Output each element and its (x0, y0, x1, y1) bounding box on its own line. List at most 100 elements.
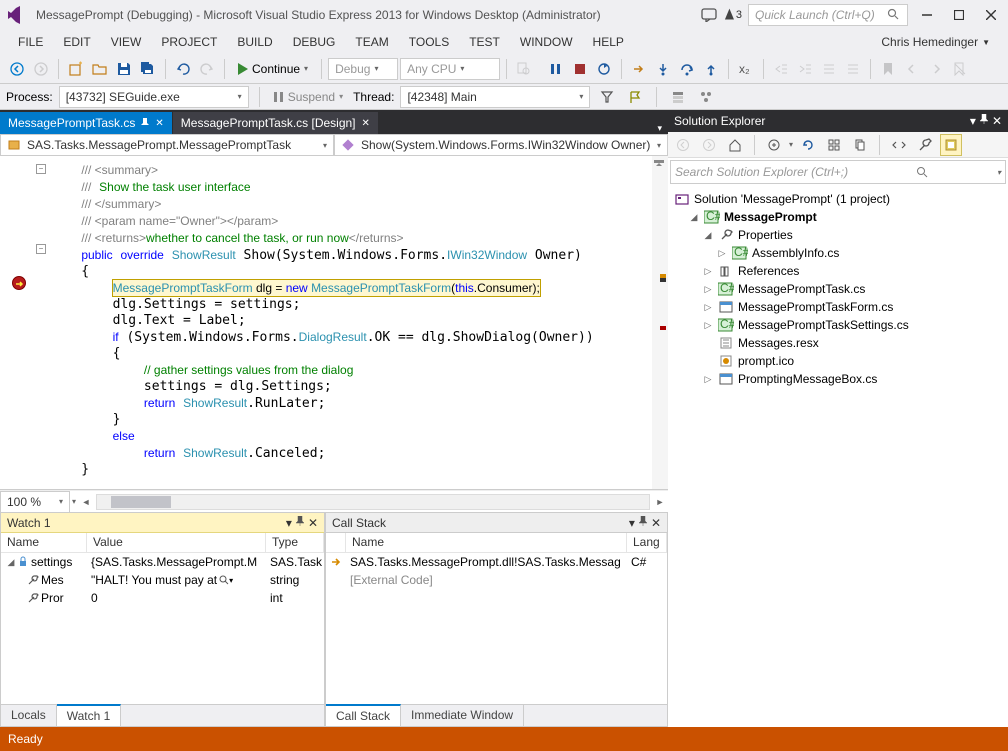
callstack-body[interactable]: SAS.Tasks.MessagePrompt.dll!SAS.Tasks.Me… (326, 553, 667, 704)
file-node[interactable]: Messages.resx (674, 334, 1002, 352)
restart-button[interactable] (593, 58, 615, 80)
bookmark-button[interactable] (877, 58, 899, 80)
flag-filter-button[interactable] (596, 86, 618, 108)
properties-node[interactable]: ◢Properties (674, 226, 1002, 244)
code-content[interactable]: /// <summary> /// Show the task user int… (50, 156, 652, 489)
collapse-arrow[interactable]: ◢ (702, 226, 714, 244)
code-editor[interactable]: − − /// <summary> /// Show the task user… (0, 156, 668, 490)
project-node[interactable]: ◢C#MessagePrompt (674, 208, 1002, 226)
next-bookmark-button[interactable] (925, 58, 947, 80)
flag-thread-button[interactable] (624, 86, 646, 108)
panel-tab-watch-1[interactable]: Watch 1 (57, 704, 122, 726)
close-tab-icon[interactable]: ✕ (362, 118, 370, 129)
refresh-button[interactable] (797, 134, 819, 156)
magnifier-icon[interactable] (219, 575, 229, 585)
undo-button[interactable] (172, 58, 194, 80)
menu-project[interactable]: PROJECT (151, 35, 227, 49)
solution-explorer-header[interactable]: Solution Explorer ▾ ✕ (668, 110, 1008, 132)
stop-button[interactable] (569, 58, 591, 80)
indent-more-button[interactable] (794, 58, 816, 80)
stack-frame-button[interactable] (667, 86, 689, 108)
solution-search-input[interactable]: Search Solution Explorer (Ctrl+;) ▾ (670, 160, 1006, 184)
panel-tab-immediate-window[interactable]: Immediate Window (401, 705, 524, 726)
preview-button[interactable] (940, 134, 962, 156)
quick-launch-input[interactable]: Quick Launch (Ctrl+Q) (748, 4, 908, 26)
view-code-button[interactable] (888, 134, 910, 156)
hscroll-left[interactable]: ◄ (78, 494, 94, 510)
back-button[interactable] (6, 58, 28, 80)
notifications-icon[interactable]: 3 (724, 6, 742, 24)
config-combo[interactable]: Debug▾ (328, 58, 398, 80)
menu-file[interactable]: FILE (8, 35, 53, 49)
watch-row[interactable]: ◢settings{SAS.Tasks.MessagePrompt.MSAS.T… (1, 553, 324, 571)
file-node[interactable]: ▷C#MessagePromptTaskSettings.cs (674, 316, 1002, 334)
close-tab-icon[interactable]: ✕ (155, 118, 163, 129)
continue-button[interactable]: Continue ▾ (231, 58, 315, 80)
close-icon[interactable]: ✕ (651, 516, 661, 530)
step-over-button[interactable] (676, 58, 698, 80)
pin-icon[interactable] (980, 114, 988, 128)
thread-combo[interactable]: [42348] Main▾ (400, 86, 590, 108)
collapse-arrow[interactable]: ◢ (688, 208, 700, 226)
zoom-combo[interactable]: 100 %▾ (0, 491, 70, 513)
suspend-button[interactable]: Suspend ▾ (270, 86, 347, 108)
col-value[interactable]: Value (87, 533, 266, 552)
redo-button[interactable] (196, 58, 218, 80)
menu-help[interactable]: HELP (583, 35, 634, 49)
solution-tree[interactable]: Solution 'MessagePrompt' (1 project)◢C#M… (668, 186, 1008, 392)
pause-button[interactable] (545, 58, 567, 80)
show-all-files-button[interactable] (849, 134, 871, 156)
editor-overview-ruler[interactable] (652, 156, 668, 489)
user-menu[interactable]: Chris Hemedinger ▼ (881, 35, 1000, 49)
dropdown-icon[interactable]: ▾ (970, 114, 976, 128)
home-button[interactable] (724, 134, 746, 156)
doc-tab[interactable]: MessagePromptTask.cs✕ (0, 112, 172, 134)
hscroll-right[interactable]: ► (652, 494, 668, 510)
dropdown-icon[interactable]: ▾ (286, 516, 292, 530)
menu-window[interactable]: WINDOW (510, 35, 583, 49)
scope-button[interactable] (763, 134, 785, 156)
watch-row[interactable]: Pror0int (1, 589, 324, 607)
col-name[interactable]: Name (1, 533, 87, 552)
pin-icon[interactable] (639, 516, 647, 530)
watch-panel-header[interactable]: Watch 1 ▾ ✕ (1, 513, 324, 533)
expand-arrow[interactable]: ▷ (702, 280, 714, 298)
expand-arrow[interactable]: ◢ (5, 557, 17, 568)
expand-arrow[interactable]: ▷ (702, 370, 714, 388)
doc-tab[interactable]: MessagePromptTask.cs [Design]✕ (173, 112, 378, 134)
platform-combo[interactable]: Any CPU▾ (400, 58, 500, 80)
forward-button[interactable] (698, 134, 720, 156)
expand-arrow[interactable]: ▷ (702, 298, 714, 316)
expand-arrow[interactable]: ▷ (716, 244, 728, 262)
step-out-button[interactable] (700, 58, 722, 80)
file-node[interactable]: ▷PromptingMessageBox.cs (674, 370, 1002, 388)
callstack-columns[interactable]: Name Lang (326, 533, 667, 553)
properties-button[interactable] (914, 134, 936, 156)
menu-team[interactable]: TEAM (345, 35, 398, 49)
indent-less-button[interactable] (770, 58, 792, 80)
collapse-toggle[interactable]: − (36, 164, 46, 174)
hex-toggle-button[interactable]: x₂ (735, 58, 757, 80)
panel-tab-call-stack[interactable]: Call Stack (326, 704, 401, 726)
pin-icon[interactable] (296, 516, 304, 530)
expand-arrow[interactable]: ▷ (702, 316, 714, 334)
prev-bookmark-button[interactable] (901, 58, 923, 80)
horizontal-scrollbar[interactable] (96, 494, 650, 510)
col-type[interactable]: Type (266, 533, 324, 552)
panel-tab-locals[interactable]: Locals (1, 705, 57, 726)
watch-row[interactable]: Mes"HALT! You must pay at▾string (1, 571, 324, 589)
close-icon[interactable]: ✕ (308, 516, 318, 530)
file-node[interactable]: ▷C#MessagePromptTask.cs (674, 280, 1002, 298)
menu-tools[interactable]: TOOLS (399, 35, 459, 49)
collapse-toggle[interactable]: − (36, 244, 46, 254)
breakpoint-icon[interactable] (12, 276, 26, 290)
uncomment-button[interactable] (842, 58, 864, 80)
col-name[interactable]: Name (346, 533, 627, 552)
menu-build[interactable]: BUILD (227, 35, 282, 49)
new-project-button[interactable] (65, 58, 87, 80)
forward-button[interactable] (30, 58, 52, 80)
member-combo[interactable]: Show(System.Windows.Forms.IWin32Window O… (334, 134, 668, 156)
minimize-button[interactable] (914, 5, 940, 25)
clear-bookmarks-button[interactable] (949, 58, 971, 80)
menu-debug[interactable]: DEBUG (283, 35, 346, 49)
